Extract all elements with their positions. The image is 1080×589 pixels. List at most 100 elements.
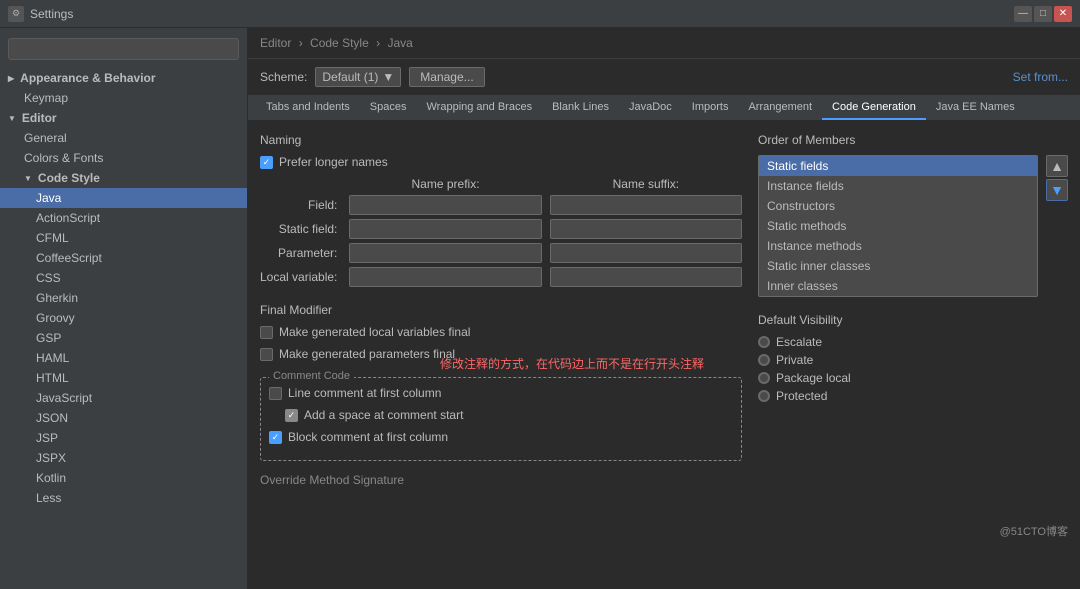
sidebar-item-groovy[interactable]: Groovy bbox=[0, 308, 247, 328]
window-controls: — □ ✕ bbox=[1014, 6, 1072, 22]
prefer-longer-names-checkbox[interactable]: ✓ bbox=[260, 156, 273, 169]
tab-blank-lines[interactable]: Blank Lines bbox=[542, 96, 619, 120]
tab-java-ee[interactable]: Java EE Names bbox=[926, 96, 1025, 120]
order-of-members-title: Order of Members bbox=[758, 133, 1068, 147]
manage-button[interactable]: Manage... bbox=[409, 67, 484, 87]
search-input[interactable] bbox=[8, 38, 239, 60]
sidebar-item-actionscript[interactable]: ActionScript bbox=[0, 208, 247, 228]
comment-code-title: Comment Code bbox=[269, 370, 354, 382]
close-button[interactable]: ✕ bbox=[1054, 6, 1072, 22]
default-visibility-section: Default Visibility Escalate Private Pack… bbox=[758, 313, 1068, 403]
sidebar-item-label: Less bbox=[36, 491, 61, 505]
sidebar-item-appearance[interactable]: ▶ Appearance & Behavior bbox=[0, 68, 247, 88]
sidebar-item-editor[interactable]: ▼ Editor bbox=[0, 108, 247, 128]
block-comment-first-col-checkbox[interactable]: ✓ bbox=[269, 431, 282, 444]
local-variable-suffix-input[interactable] bbox=[550, 267, 742, 287]
naming-section: Naming ✓ Prefer longer names Name prefix… bbox=[260, 133, 742, 287]
add-space-comment-label: Add a space at comment start bbox=[304, 408, 463, 422]
tab-code-generation[interactable]: Code Generation bbox=[822, 96, 926, 120]
order-item-static-inner-classes[interactable]: Static inner classes bbox=[759, 256, 1037, 276]
line-comment-first-col-checkbox[interactable] bbox=[269, 387, 282, 400]
sidebar-item-label: Keymap bbox=[24, 91, 68, 105]
sidebar-item-label: JSP bbox=[36, 431, 58, 445]
sidebar-item-label: CoffeeScript bbox=[36, 251, 102, 265]
sidebar-item-html[interactable]: HTML bbox=[0, 368, 247, 388]
local-variable-prefix-input[interactable] bbox=[349, 267, 541, 287]
static-field-suffix-input[interactable] bbox=[550, 219, 742, 239]
private-radio[interactable] bbox=[758, 354, 770, 366]
order-item-inner-classes[interactable]: Inner classes bbox=[759, 276, 1037, 296]
sidebar-item-css[interactable]: CSS bbox=[0, 268, 247, 288]
sidebar-item-less[interactable]: Less bbox=[0, 488, 247, 508]
final-modifier-section: Final Modifier Make generated local vari… bbox=[260, 303, 742, 361]
sidebar-item-json[interactable]: JSON bbox=[0, 408, 247, 428]
tab-wrapping[interactable]: Wrapping and Braces bbox=[417, 96, 543, 120]
move-up-button[interactable]: ▲ bbox=[1046, 155, 1068, 177]
sidebar-item-haml[interactable]: HAML bbox=[0, 348, 247, 368]
parameter-prefix-input[interactable] bbox=[349, 243, 541, 263]
order-item-static-fields[interactable]: Static fields bbox=[759, 156, 1037, 176]
escalate-radio[interactable] bbox=[758, 336, 770, 348]
sidebar: ▶ Appearance & Behavior Keymap ▼ Editor … bbox=[0, 28, 248, 589]
protected-radio[interactable] bbox=[758, 390, 770, 402]
tab-tabs-indents[interactable]: Tabs and Indents bbox=[256, 96, 360, 120]
sidebar-item-gherkin[interactable]: Gherkin bbox=[0, 288, 247, 308]
tab-spaces[interactable]: Spaces bbox=[360, 96, 417, 120]
override-method-label: Override Method Signature bbox=[260, 473, 404, 487]
sidebar-item-colors-fonts[interactable]: Colors & Fonts bbox=[0, 148, 247, 168]
expand-icon: ▼ bbox=[24, 174, 32, 183]
final-modifier-title: Final Modifier bbox=[260, 303, 742, 317]
tab-imports[interactable]: Imports bbox=[682, 96, 739, 120]
sidebar-item-coffeescript[interactable]: CoffeeScript bbox=[0, 248, 247, 268]
local-variable-label: Local variable: bbox=[260, 270, 341, 284]
sidebar-item-java[interactable]: Java bbox=[0, 188, 247, 208]
static-field-label: Static field: bbox=[260, 222, 341, 236]
order-item-instance-fields[interactable]: Instance fields bbox=[759, 176, 1037, 196]
chevron-down-icon: ▼ bbox=[382, 70, 394, 84]
sidebar-item-kotlin[interactable]: Kotlin bbox=[0, 468, 247, 488]
prefer-longer-names-label: Prefer longer names bbox=[279, 155, 388, 169]
sidebar-item-code-style[interactable]: ▼ Code Style bbox=[0, 168, 247, 188]
sidebar-item-general[interactable]: General bbox=[0, 128, 247, 148]
sidebar-item-label: Code Style bbox=[38, 171, 100, 185]
sidebar-item-jspx[interactable]: JSPX bbox=[0, 448, 247, 468]
sidebar-item-label: Gherkin bbox=[36, 291, 78, 305]
sidebar-item-keymap[interactable]: Keymap bbox=[0, 88, 247, 108]
app-icon: ⚙ bbox=[8, 6, 24, 22]
naming-grid: Name prefix: Name suffix: Field: Static … bbox=[260, 177, 742, 287]
add-space-comment-checkbox[interactable]: ✓ bbox=[285, 409, 298, 422]
order-item-static-methods[interactable]: Static methods bbox=[759, 216, 1037, 236]
tab-arrangement[interactable]: Arrangement bbox=[738, 96, 822, 120]
field-prefix-input[interactable] bbox=[349, 195, 541, 215]
sidebar-item-label: Editor bbox=[22, 111, 57, 125]
right-panel: Order of Members Static fields Instance … bbox=[758, 133, 1068, 577]
sidebar-item-javascript[interactable]: JavaScript bbox=[0, 388, 247, 408]
order-item-instance-methods[interactable]: Instance methods bbox=[759, 236, 1037, 256]
scheme-select[interactable]: Default (1) ▼ bbox=[315, 67, 401, 87]
sidebar-item-gsp[interactable]: GSP bbox=[0, 328, 247, 348]
field-label: Field: bbox=[260, 198, 341, 212]
static-field-prefix-input[interactable] bbox=[349, 219, 541, 239]
order-item-constructors[interactable]: Constructors bbox=[759, 196, 1037, 216]
escalate-radio-row: Escalate bbox=[758, 335, 1068, 349]
sidebar-item-label: Kotlin bbox=[36, 471, 66, 485]
package-local-radio[interactable] bbox=[758, 372, 770, 384]
sidebar-item-cfml[interactable]: CFML bbox=[0, 228, 247, 248]
tab-javadoc[interactable]: JavaDoc bbox=[619, 96, 682, 120]
move-down-button[interactable]: ▼ bbox=[1046, 179, 1068, 201]
make-param-final-checkbox[interactable] bbox=[260, 348, 273, 361]
protected-label: Protected bbox=[776, 389, 827, 403]
make-local-final-checkbox[interactable] bbox=[260, 326, 273, 339]
field-suffix-input[interactable] bbox=[550, 195, 742, 215]
set-from-link[interactable]: Set from... bbox=[1013, 70, 1068, 84]
parameter-suffix-input[interactable] bbox=[550, 243, 742, 263]
order-of-members-section: Order of Members Static fields Instance … bbox=[758, 133, 1068, 297]
sidebar-item-jsp[interactable]: JSP bbox=[0, 428, 247, 448]
scheme-value: Default (1) bbox=[322, 70, 378, 84]
minimize-button[interactable]: — bbox=[1014, 6, 1032, 22]
line-comment-first-col-label: Line comment at first column bbox=[288, 386, 441, 400]
suffix-header: Name suffix: bbox=[550, 177, 742, 191]
maximize-button[interactable]: □ bbox=[1034, 6, 1052, 22]
parameter-label: Parameter: bbox=[260, 246, 341, 260]
window-title: Settings bbox=[30, 7, 73, 21]
